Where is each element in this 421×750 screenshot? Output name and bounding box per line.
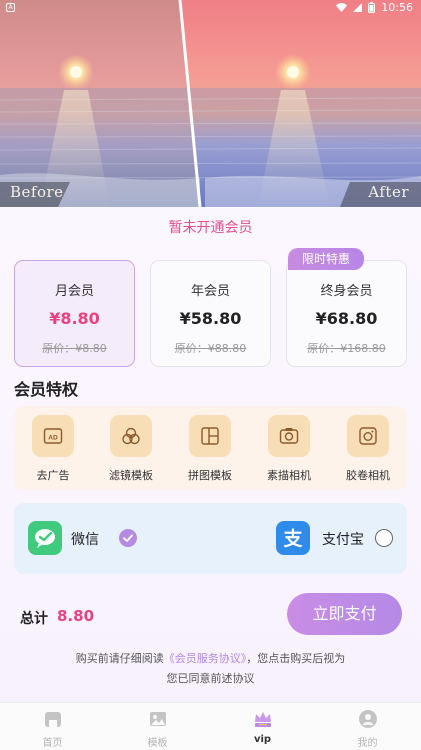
- status-time: 10:56: [381, 1, 413, 14]
- plan-list: 月会员 ¥8.80 原价：¥8.80 年会员 ¥58.80 原价：¥88.80 …: [14, 260, 407, 367]
- plan-price: ¥8.80: [49, 309, 100, 328]
- plan-card-monthly[interactable]: 月会员 ¥8.80 原价：¥8.80: [14, 260, 135, 367]
- home-icon: [45, 712, 61, 727]
- plan-original-price: 原价：¥8.80: [42, 342, 107, 355]
- limited-offer-badge: 限时特惠: [288, 248, 364, 270]
- crown-icon: [255, 712, 271, 727]
- vip-purchase-sheet: 暂未开通会员 月会员 ¥8.80 原价：¥8.80 年会员 ¥58.80 原价：…: [0, 207, 421, 702]
- agreement-line2: 您已同意前述协议: [166, 672, 255, 685]
- total-label: 总计: [20, 611, 48, 627]
- privilege-collage-templates: 拼图模板: [171, 406, 249, 490]
- nav-label: 模板: [147, 738, 168, 749]
- payment-method-panel: 微信 支 支付宝: [14, 503, 407, 574]
- nav-label: 首页: [42, 738, 63, 749]
- profile-icon: [359, 710, 377, 728]
- privilege-remove-ads: AD 去广告: [14, 406, 92, 490]
- nav-item-template[interactable]: 模板: [105, 703, 210, 750]
- plan-name: 年会员: [190, 284, 230, 299]
- wechat-pay-icon[interactable]: [28, 521, 62, 555]
- plan-card-yearly[interactable]: 年会员 ¥58.80 原价：¥88.80: [150, 260, 271, 367]
- privilege-label: 素描相机: [267, 469, 311, 482]
- agreement-prefix: 购买前请仔细阅读: [75, 652, 164, 665]
- wechat-pay-label[interactable]: 微信: [71, 529, 99, 549]
- sketch-camera-icon: [268, 415, 310, 457]
- alipay-radio[interactable]: [375, 529, 393, 547]
- agreement-suffix: ，您点击购买后视为: [246, 652, 346, 665]
- collage-icon: [189, 415, 231, 457]
- plan-card-lifetime[interactable]: 终身会员 ¥68.80 原价：¥168.80: [286, 260, 407, 367]
- nav-label: 我的: [357, 738, 378, 749]
- template-icon: [150, 712, 166, 726]
- plan-name: 月会员: [54, 284, 94, 299]
- status-bar: A 10:56: [0, 0, 421, 16]
- privilege-label: 拼图模板: [188, 469, 232, 482]
- plan-original-price: 原价：¥88.80: [174, 342, 247, 355]
- privileges-panel: AD 去广告 滤镜模板 拼图模板 素描相机 胶卷相机: [14, 406, 407, 490]
- privilege-filter-templates: 滤镜模板: [92, 406, 170, 490]
- bottom-nav: 首页 模板 vip 我的: [0, 702, 421, 750]
- filter-icon: [110, 415, 152, 457]
- pay-now-button[interactable]: 立即支付: [287, 593, 402, 635]
- nav-item-home[interactable]: 首页: [0, 703, 105, 750]
- svg-text:AD: AD: [48, 435, 58, 442]
- notification-icon: A: [6, 3, 15, 12]
- nav-item-vip[interactable]: vip: [210, 703, 315, 750]
- plan-price: ¥58.80: [179, 309, 242, 328]
- before-after-hero: Before After: [0, 0, 421, 207]
- membership-status: 暂未开通会员: [168, 220, 253, 236]
- signal-icon: [353, 3, 363, 12]
- alipay-icon[interactable]: 支: [276, 521, 310, 555]
- sunset-sea-image: [0, 0, 421, 207]
- nav-item-profile[interactable]: 我的: [315, 703, 420, 750]
- agreement-notice: 购买前请仔细阅读《会员服务协议》，您点击购买后视为 您已同意前述协议: [0, 649, 421, 689]
- service-agreement-link[interactable]: 《会员服务协议》: [164, 652, 247, 665]
- wifi-icon: [336, 3, 348, 12]
- after-label: After: [368, 183, 409, 201]
- privilege-film-camera: 胶卷相机: [329, 406, 407, 490]
- ad-icon: AD: [32, 415, 74, 457]
- privilege-label: 滤镜模板: [109, 469, 153, 482]
- plan-name: 终身会员: [320, 284, 373, 299]
- total-amount: 8.80: [57, 607, 95, 625]
- alipay-label[interactable]: 支付宝: [322, 529, 364, 549]
- privilege-sketch-camera: 素描相机: [250, 406, 328, 490]
- before-label: Before: [10, 183, 64, 201]
- svg-text:支: 支: [282, 528, 303, 550]
- privilege-label: 胶卷相机: [346, 469, 390, 482]
- plan-price: ¥68.80: [315, 309, 378, 328]
- nav-label: vip: [253, 734, 272, 745]
- privileges-title: 会员特权: [14, 380, 79, 399]
- film-camera-icon: [347, 415, 389, 457]
- plan-original-price: 原价：¥168.80: [307, 342, 386, 355]
- wechat-selected-check-icon[interactable]: [119, 529, 137, 547]
- privilege-label: 去广告: [36, 469, 70, 482]
- battery-icon: [368, 2, 376, 13]
